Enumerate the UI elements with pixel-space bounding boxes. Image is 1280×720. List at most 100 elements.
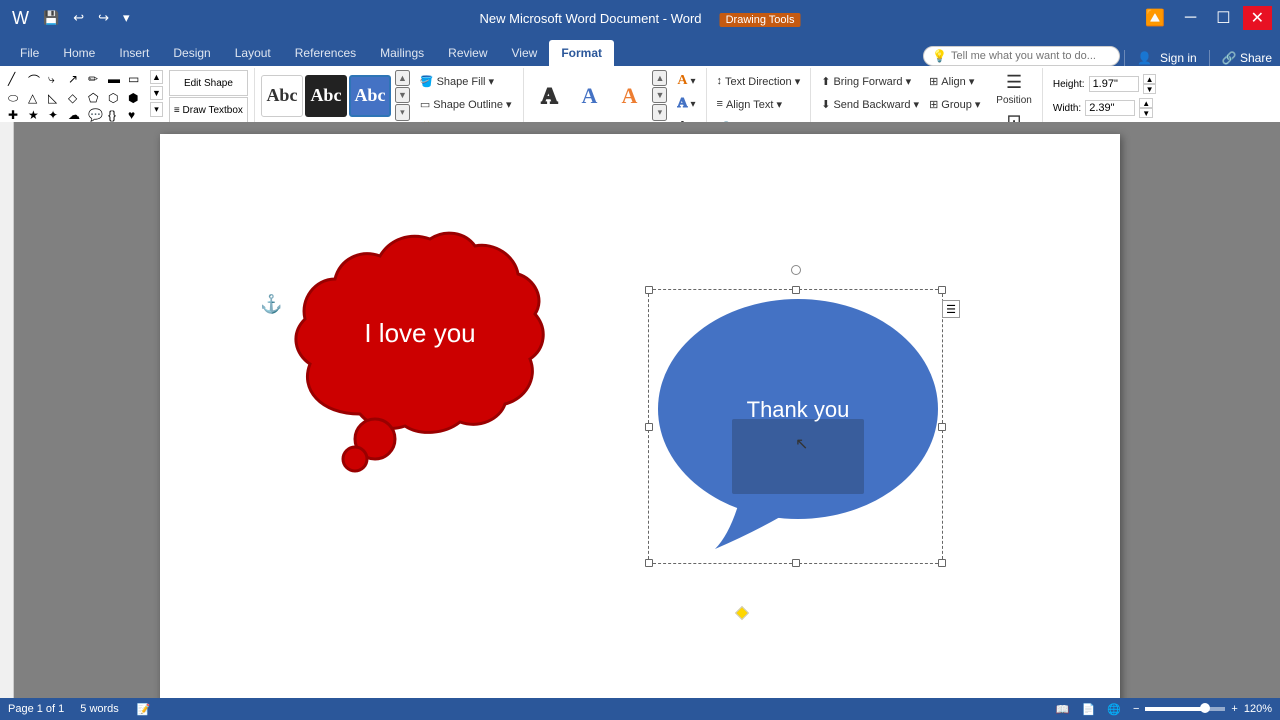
tab-format[interactable]: Format: [549, 40, 614, 66]
shape-freeform[interactable]: ✏: [88, 72, 106, 89]
width-up[interactable]: ▲: [1139, 98, 1153, 108]
handle-bottom-right[interactable]: [938, 559, 946, 567]
shape-octagon[interactable]: ⬢: [128, 91, 146, 106]
shape-ellipse[interactable]: ⬭: [8, 91, 26, 106]
tab-file[interactable]: File: [8, 40, 51, 66]
read-mode-btn[interactable]: 📖: [1054, 703, 1072, 716]
shape-heart[interactable]: ♥: [128, 108, 146, 122]
width-input[interactable]: [1085, 100, 1135, 116]
shape-style-1[interactable]: Abc: [261, 75, 303, 117]
align-btn[interactable]: ⊞ Align ▾: [925, 70, 986, 92]
text-direction-btn[interactable]: ↕ Text Direction ▾: [713, 70, 805, 92]
wordart-style-1[interactable]: A: [530, 77, 568, 115]
speech-bubble[interactable]: Thank you: [650, 289, 945, 559]
bring-forward-btn[interactable]: ⬆ Bring Forward ▾: [817, 70, 923, 92]
wordart-style-3[interactable]: A: [610, 77, 648, 115]
redo-button[interactable]: ↪: [94, 8, 113, 28]
minimize-btn[interactable]: ─: [1177, 7, 1204, 29]
height-input[interactable]: [1089, 76, 1139, 92]
tab-mailings[interactable]: Mailings: [368, 40, 436, 66]
shape-rect[interactable]: ▬: [108, 72, 126, 89]
shape-outline-btn[interactable]: ▭ Shape Outline ▾: [416, 93, 518, 115]
share-button[interactable]: 🔗 Share: [1222, 51, 1272, 65]
ribbon-display-btn[interactable]: 🔼: [1137, 6, 1173, 30]
maximize-btn[interactable]: ☐: [1208, 6, 1238, 30]
height-up[interactable]: ▲: [1143, 74, 1157, 84]
tell-me-box[interactable]: 💡: [923, 46, 1120, 66]
align-text-btn[interactable]: ≡ Align Text ▾: [713, 93, 805, 115]
shape-rtriangle[interactable]: ◺: [48, 91, 66, 106]
proofing-btn[interactable]: 📝: [135, 703, 153, 716]
shape-style-2[interactable]: Abc: [305, 75, 347, 117]
shapes-scroll: ▲ ▼ ▾: [150, 70, 163, 117]
send-backward-btn[interactable]: ⬇ Send Backward ▾: [817, 93, 923, 115]
qat-dropdown[interactable]: ▾: [119, 8, 134, 28]
shape-arrow[interactable]: ↗: [68, 72, 86, 89]
handle-bottom-left[interactable]: [645, 559, 653, 567]
zoom-in-btn[interactable]: +: [1229, 703, 1239, 715]
wordart-scroll-down[interactable]: ▼: [652, 87, 667, 103]
web-layout-btn[interactable]: 🌐: [1105, 703, 1123, 716]
style-scroll-down[interactable]: ▼: [395, 87, 410, 103]
zoom-out-btn[interactable]: −: [1131, 703, 1141, 715]
rotate-handle[interactable]: [791, 265, 801, 275]
position-btn[interactable]: ☰ Position: [992, 70, 1036, 108]
shape-rounded-rect[interactable]: ▭: [128, 72, 146, 89]
tab-design[interactable]: Design: [161, 40, 222, 66]
shape-brace[interactable]: {}: [108, 108, 126, 122]
style-scroll: ▲ ▼ ▾: [395, 70, 410, 121]
text-fill-btn[interactable]: A ▾: [673, 70, 699, 92]
text-outline-btn[interactable]: A ▾: [673, 93, 699, 115]
shape-line[interactable]: ╱: [8, 72, 26, 89]
shape-connector[interactable]: ⤷: [48, 72, 66, 89]
word-icon[interactable]: W: [8, 6, 33, 31]
edit-shape-btn[interactable]: Edit Shape: [169, 70, 248, 96]
shape-curve[interactable]: ⌒: [28, 72, 46, 89]
group-btn[interactable]: ⊞ Group ▾: [925, 93, 986, 115]
shape-style-3[interactable]: Abc: [349, 75, 391, 117]
wordart-more[interactable]: ▾: [652, 104, 667, 121]
tab-insert[interactable]: Insert: [107, 40, 161, 66]
style-scroll-up[interactable]: ▲: [395, 70, 410, 86]
shape-cloud[interactable]: ☁: [68, 108, 86, 122]
shape-diamond[interactable]: ◇: [68, 91, 86, 106]
close-btn[interactable]: ✕: [1243, 6, 1272, 30]
svg-text:I love you: I love you: [364, 318, 475, 348]
tell-me-input[interactable]: [951, 50, 1111, 62]
shape-triangle[interactable]: △: [28, 91, 46, 106]
shape-callout[interactable]: 💬: [88, 108, 106, 122]
cloud-shape[interactable]: I love you: [280, 214, 560, 474]
height-down[interactable]: ▼: [1143, 84, 1157, 94]
shape-star4[interactable]: ✦: [48, 108, 66, 122]
tab-layout[interactable]: Layout: [223, 40, 283, 66]
shapes-scroll-up[interactable]: ▲: [150, 70, 163, 84]
width-down[interactable]: ▼: [1139, 108, 1153, 118]
shape-hexagon[interactable]: ⬡: [108, 91, 126, 106]
text-box-row: ≡ Draw Textbox: [169, 97, 248, 123]
sign-in-button[interactable]: Sign in: [1160, 51, 1197, 65]
tail-handle[interactable]: [735, 606, 749, 620]
lightbulb-icon: 💡: [932, 49, 947, 63]
shapes-scroll-down[interactable]: ▼: [150, 86, 163, 100]
zoom-slider[interactable]: [1145, 707, 1225, 711]
shape-plus[interactable]: ✚: [8, 108, 26, 122]
tab-view[interactable]: View: [500, 40, 550, 66]
shape-fill-btn[interactable]: 🪣 Shape Fill ▾: [416, 70, 518, 92]
svg-text:Thank you: Thank you: [747, 397, 850, 422]
word-count: 5 words: [80, 703, 119, 715]
tab-home[interactable]: Home: [51, 40, 107, 66]
shape-star5[interactable]: ★: [28, 108, 46, 122]
save-button[interactable]: 💾: [39, 8, 63, 28]
shape-styles-swatches: Abc Abc Abc ▲ ▼ ▾: [261, 70, 410, 121]
wordart-style-2[interactable]: A: [570, 77, 608, 115]
print-layout-btn[interactable]: 📄: [1080, 703, 1098, 716]
shapes-more[interactable]: ▾: [150, 102, 163, 117]
tab-review[interactable]: Review: [436, 40, 499, 66]
draw-textbox-btn[interactable]: ≡ Draw Textbox: [169, 97, 248, 123]
style-more[interactable]: ▾: [395, 104, 410, 121]
tab-references[interactable]: References: [283, 40, 368, 66]
wordart-scroll-up[interactable]: ▲: [652, 70, 667, 86]
shape-pentagon[interactable]: ⬠: [88, 91, 106, 106]
handle-bottom-center[interactable]: [792, 559, 800, 567]
undo-button[interactable]: ↩: [69, 8, 88, 28]
